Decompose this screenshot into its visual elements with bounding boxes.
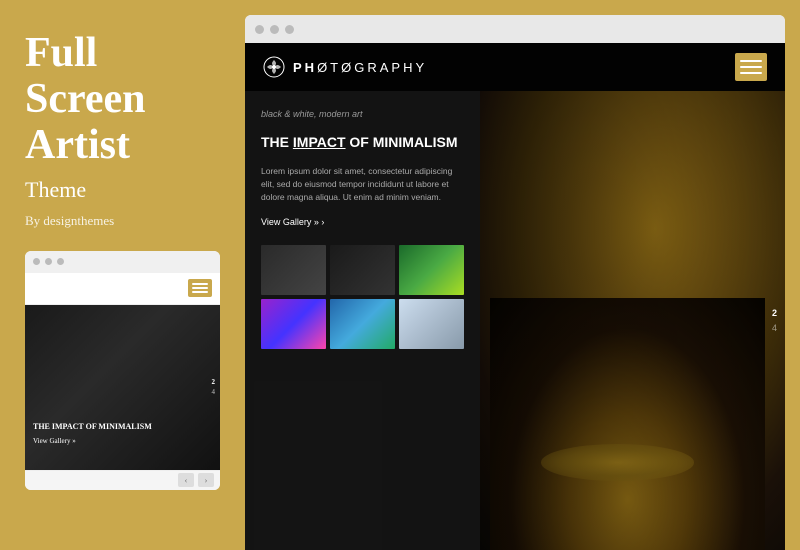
hero-overlay [480,91,785,550]
browser-titlebar [245,15,785,43]
hamburger-line-2 [740,66,762,68]
mini-site-header [25,273,220,305]
article-meta: black & white, modern art [261,109,464,119]
hero-column: 2 4 [480,91,785,550]
gallery-thumb-1[interactable] [261,245,326,295]
mini-page-num-1: 2 [212,378,216,386]
site-header: PhØTØGrАPhY [245,43,785,91]
mini-dot-3 [57,258,64,265]
mini-dot-1 [33,258,40,265]
mini-titlebar [25,251,220,273]
main-subtitle: Theme [25,177,220,203]
gallery-thumb-6[interactable] [399,299,464,349]
gallery-thumb-5[interactable] [330,299,395,349]
article-title-underline: IMPACT [293,134,346,150]
logo-text: PhØTØGrАPhY [293,60,427,75]
site-main: black & white, modern art THE IMPACT OF … [245,91,785,550]
gallery-thumb-4[interactable] [261,299,326,349]
mini-hamburger-icon [188,279,212,297]
gallery-thumb-3[interactable] [399,245,464,295]
mini-page-num-2: 4 [212,388,216,396]
gallery-grid [261,245,464,349]
mini-next-btn[interactable]: › [198,473,214,487]
mini-hamburger-line-3 [192,291,208,293]
mini-dot-2 [45,258,52,265]
browser-mockup: PhØTØGrАPhY black & white, modern art TH… [245,15,785,550]
view-gallery-link[interactable]: View Gallery » [261,217,464,227]
logo-icon [263,56,285,78]
mini-footer-nav: ‹ › [25,470,220,490]
browser-dot-2 [270,25,279,34]
mini-hero-bg [25,305,220,470]
mini-impact-text: THE IMPACT OF MINIMALISM [33,422,152,432]
left-panel: Full Screen Artist Theme By designthemes… [0,0,245,550]
browser-dot-1 [255,25,264,34]
article-title-part2: OF MINIMALISM [346,134,458,150]
mini-hero-area: THE IMPACT OF MINIMALISM View Gallery » … [25,305,220,470]
article-title-part1: THE [261,134,293,150]
mini-page-numbers: 2 4 [212,378,216,396]
hamburger-line-3 [740,72,762,74]
page-navigation: 2 4 [772,309,777,333]
hamburger-line-1 [740,60,762,62]
author-credit: By designthemes [25,213,220,229]
browser-content: PhØTØGrАPhY black & white, modern art TH… [245,43,785,550]
article-title: THE IMPACT OF MINIMALISM [261,133,464,151]
logo-text-ph: Ph [293,60,317,75]
hero-background: 2 4 [480,91,785,550]
mini-preview: THE IMPACT OF MINIMALISM View Gallery » … [25,251,220,490]
mini-text-overlay: THE IMPACT OF MINIMALISM View Gallery » [33,422,152,444]
page-num-active[interactable]: 2 [772,309,777,318]
gallery-thumb-2[interactable] [330,245,395,295]
logo-text-rest: ØTØGrАPhY [317,60,427,75]
article-body: Lorem ipsum dolor sit amet, consectetur … [261,165,464,203]
mini-hamburger-line-2 [192,287,208,289]
article-column: black & white, modern art THE IMPACT OF … [245,91,480,550]
mini-view-gallery: View Gallery » [33,437,152,445]
page-num-4[interactable]: 4 [772,324,777,333]
main-title: Full Screen Artist [25,30,220,169]
site-logo: PhØTØGrАPhY [263,56,427,78]
hamburger-menu-button[interactable] [735,53,767,81]
browser-dot-3 [285,25,294,34]
mini-prev-btn[interactable]: ‹ [178,473,194,487]
hero-figure [480,91,785,550]
mini-hamburger-line-1 [192,283,208,285]
